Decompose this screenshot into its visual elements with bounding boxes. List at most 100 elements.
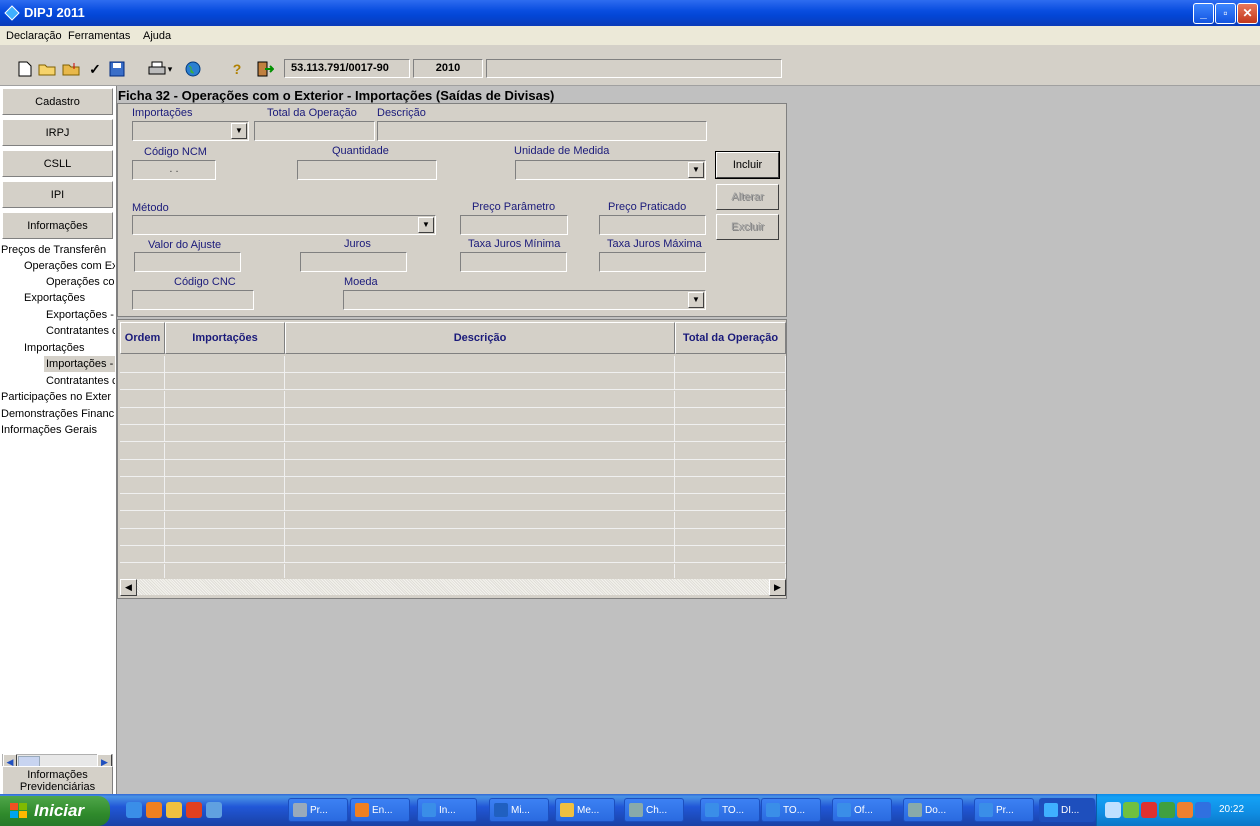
table-cell[interactable] [120,390,165,408]
table-row[interactable] [120,494,786,512]
codigo-ncm-input[interactable]: . . [132,160,216,180]
table-cell[interactable] [285,494,675,512]
table-row[interactable] [120,546,786,564]
table-cell[interactable] [120,373,165,391]
tree-contratantes-imp[interactable]: Contratantes c [46,373,115,389]
taskbar-task-1[interactable]: Pr... [288,798,348,822]
tree-participacoes-exterior[interactable]: Participações no Exter [1,389,115,405]
table-row[interactable] [120,511,786,529]
taskbar-task-11[interactable]: Pr... [974,798,1034,822]
table-cell[interactable] [120,529,165,546]
print-dropdown-icon[interactable]: ▾ [164,58,176,80]
table-cell[interactable] [120,425,165,443]
total-operacao-input[interactable] [254,121,375,141]
table-cell[interactable] [675,459,786,477]
taskbar-task-7[interactable]: TO... [700,798,760,822]
nav-cadastro-button[interactable]: Cadastro [2,88,113,115]
table-row[interactable] [120,356,786,373]
check-icon[interactable]: ✓ [84,58,106,80]
chevron-down-icon[interactable]: ▼ [688,292,704,308]
table-cell[interactable] [675,407,786,425]
save-icon[interactable] [106,58,128,80]
tree-exportacoes-ficha[interactable]: Exportações - [46,307,115,323]
table-horizontal-scrollbar[interactable]: ◀ ▶ [120,578,786,596]
tray-icon-6[interactable] [1195,802,1211,818]
chevron-down-icon[interactable]: ▼ [688,162,704,178]
nav-irpj-button[interactable]: IRPJ [2,119,113,146]
excluir-button[interactable]: Excluir [716,214,779,240]
table-cell[interactable] [675,356,786,373]
table-cell[interactable] [285,390,675,408]
table-cell[interactable] [165,529,285,546]
close-button[interactable]: ✕ [1237,3,1258,24]
tree-precos-transferencia[interactable]: Preços de Transferên [1,242,115,258]
taskbar-task-6[interactable]: Ch... [624,798,684,822]
table-cell[interactable] [165,356,285,373]
tree-exportacoes[interactable]: Exportações [24,290,115,306]
open-folder-icon[interactable] [36,58,58,80]
table-cell[interactable] [120,459,165,477]
table-cell[interactable] [675,442,786,460]
table-cell[interactable] [675,477,786,495]
tray-icon-2[interactable] [1123,802,1139,818]
table-cell[interactable] [165,494,285,512]
informacoes-previdenciarias-button[interactable]: Informações Previdenciárias [2,766,113,796]
tree-informacoes-gerais[interactable]: Informações Gerais [1,422,115,438]
table-cell[interactable] [675,494,786,512]
start-button[interactable]: Iniciar [0,796,110,826]
taskbar-task-4[interactable]: Mi... [489,798,549,822]
tree-importacoes[interactable]: Importações [24,340,115,356]
table-cell[interactable] [285,373,675,391]
table-cell[interactable] [675,390,786,408]
col-descricao[interactable]: Descrição [285,322,675,354]
tree-importacoes-ficha-selected[interactable]: Importações - [44,356,115,372]
table-cell[interactable] [165,546,285,564]
ie-quicklaunch-icon[interactable] [126,802,142,818]
table-cell[interactable] [120,477,165,495]
minimize-button[interactable]: _ [1193,3,1214,24]
codigo-cnc-input[interactable] [132,290,254,310]
menu-declaracao[interactable]: Declaração [6,30,62,42]
preco-parametro-input[interactable] [460,215,568,235]
new-file-icon[interactable] [14,58,36,80]
col-ordem[interactable]: Ordem [120,322,165,354]
taskbar-task-12[interactable]: DI... [1039,798,1095,822]
tray-icon-1[interactable] [1105,802,1121,818]
quantidade-input[interactable] [297,160,437,180]
metodo-select[interactable]: ▼ [132,215,436,235]
table-cell[interactable] [675,373,786,391]
globe-icon[interactable] [182,58,204,80]
import-icon[interactable] [60,58,82,80]
descricao-input[interactable] [377,121,707,141]
chevron-down-icon[interactable]: ▼ [231,123,247,139]
menu-ferramentas[interactable]: Ferramentas [68,30,130,42]
table-cell[interactable] [675,529,786,546]
table-cell[interactable] [285,459,675,477]
table-cell[interactable] [120,546,165,564]
table-cell[interactable] [285,425,675,443]
media-quicklaunch-icon[interactable] [186,802,202,818]
table-row[interactable] [120,407,786,425]
table-cell[interactable] [165,477,285,495]
table-cell[interactable] [285,477,675,495]
table-cell[interactable] [120,511,165,529]
table-row[interactable] [120,442,786,460]
table-cell[interactable] [285,511,675,529]
moeda-select[interactable]: ▼ [343,290,706,310]
table-cell[interactable] [675,425,786,443]
table-cell[interactable] [165,459,285,477]
table-row[interactable] [120,373,786,391]
table-cell[interactable] [285,546,675,564]
taxa-juros-minima-input[interactable] [460,252,567,272]
browser-quicklaunch-icon[interactable] [206,802,222,818]
col-total-operacao[interactable]: Total da Operação [675,322,786,354]
tree-operacoes-co[interactable]: Operações co [46,274,115,290]
incluir-button[interactable]: Incluir [715,151,780,179]
table-cell[interactable] [285,356,675,373]
table-cell[interactable] [165,511,285,529]
col-importacoes[interactable]: Importações [165,322,285,354]
table-row[interactable] [120,390,786,408]
preco-praticado-input[interactable] [599,215,706,235]
tree-demonstracoes-financeiras[interactable]: Demonstrações Financ [1,406,115,422]
unidade-medida-select[interactable]: ▼ [515,160,706,180]
